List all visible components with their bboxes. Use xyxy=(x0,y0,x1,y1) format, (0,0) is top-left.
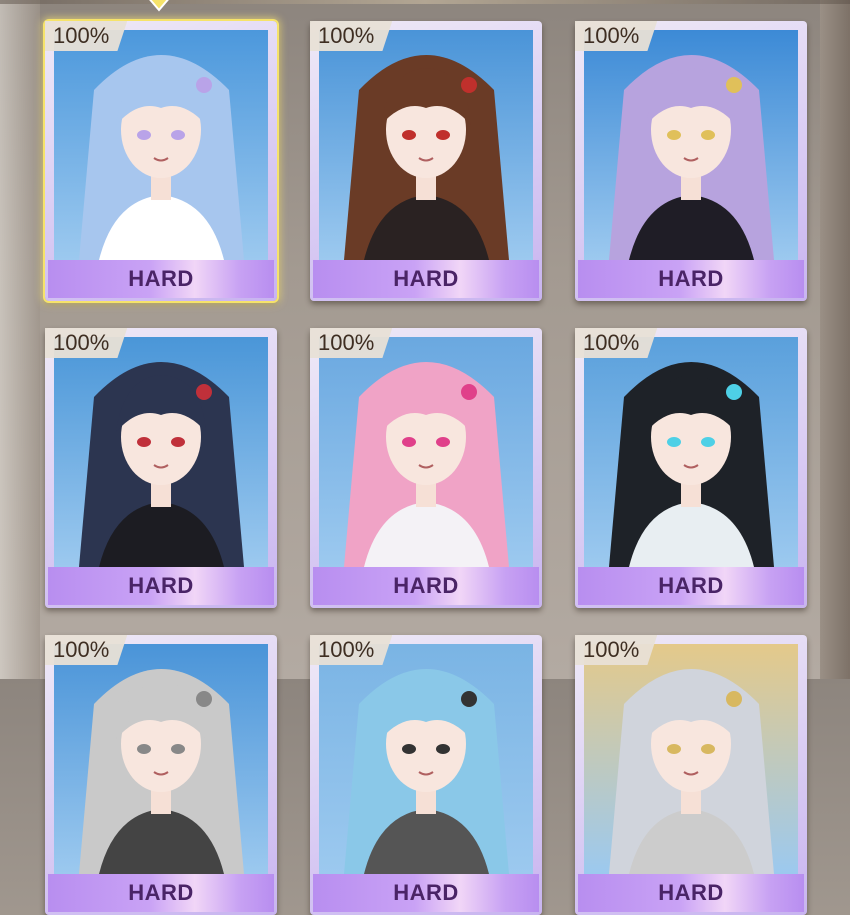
eye-left xyxy=(137,744,151,754)
eye-right xyxy=(436,130,450,140)
difficulty-label: HARD xyxy=(128,880,194,905)
completion-badge: 100% xyxy=(310,328,393,358)
character-portrait xyxy=(584,337,798,567)
eye-left xyxy=(137,130,151,140)
difficulty-label: HARD xyxy=(658,266,724,291)
completion-badge: 100% xyxy=(575,21,658,51)
hair-accessory xyxy=(726,77,742,93)
stage-card[interactable]: HARD 100% xyxy=(575,328,807,608)
portrait-art xyxy=(79,362,244,567)
stage-card[interactable]: HARD 100% xyxy=(310,328,542,608)
difficulty-label: HARD xyxy=(658,573,724,598)
difficulty-label: HARD xyxy=(393,880,459,905)
portrait-art xyxy=(344,362,509,567)
completion-badge: 100% xyxy=(310,21,393,51)
character-portrait xyxy=(584,30,798,260)
completion-badge: 100% xyxy=(575,635,658,665)
stage-card[interactable]: HARD 100% xyxy=(45,21,277,301)
portrait-art xyxy=(344,55,509,260)
stage-card[interactable]: HARD 100% xyxy=(310,635,542,915)
stage-card[interactable]: HARD 100% xyxy=(45,328,277,608)
eye-left xyxy=(667,744,681,754)
hair-accessory xyxy=(461,691,477,707)
eye-right xyxy=(171,130,185,140)
eye-left xyxy=(402,437,416,447)
difficulty-bar: HARD xyxy=(48,260,274,298)
hair-accessory xyxy=(726,384,742,400)
completion-badge: 100% xyxy=(45,328,128,358)
difficulty-label: HARD xyxy=(393,266,459,291)
eye-left xyxy=(402,744,416,754)
portrait-art xyxy=(609,55,774,260)
eye-left xyxy=(667,130,681,140)
stage-card[interactable]: HARD 100% xyxy=(575,21,807,301)
completion-badge: 100% xyxy=(45,21,128,51)
difficulty-bar: HARD xyxy=(578,874,804,912)
stage-card[interactable]: HARD 100% xyxy=(575,635,807,915)
eye-right xyxy=(436,744,450,754)
difficulty-bar: HARD xyxy=(48,567,274,605)
difficulty-bar: HARD xyxy=(48,874,274,912)
hair-accessory xyxy=(196,691,212,707)
difficulty-bar: HARD xyxy=(313,567,539,605)
completion-badge: 100% xyxy=(45,635,128,665)
hair-accessory xyxy=(196,384,212,400)
hair-accessory xyxy=(726,691,742,707)
eye-left xyxy=(402,130,416,140)
completion-badge: 100% xyxy=(310,635,393,665)
eye-right xyxy=(701,130,715,140)
difficulty-bar: HARD xyxy=(313,874,539,912)
stage-card[interactable]: HARD 100% xyxy=(310,21,542,301)
character-portrait xyxy=(319,30,533,260)
difficulty-label: HARD xyxy=(658,880,724,905)
character-portrait xyxy=(54,337,268,567)
eye-right xyxy=(701,744,715,754)
difficulty-label: HARD xyxy=(393,573,459,598)
eye-right xyxy=(171,437,185,447)
hair-accessory xyxy=(196,77,212,93)
character-portrait xyxy=(319,337,533,567)
portrait-art xyxy=(609,362,774,567)
difficulty-label: HARD xyxy=(128,573,194,598)
difficulty-label: HARD xyxy=(128,266,194,291)
completion-badge: 100% xyxy=(575,328,658,358)
eye-left xyxy=(667,437,681,447)
difficulty-bar: HARD xyxy=(578,260,804,298)
eye-right xyxy=(701,437,715,447)
difficulty-bar: HARD xyxy=(578,567,804,605)
eye-right xyxy=(171,744,185,754)
eye-right xyxy=(436,437,450,447)
eye-left xyxy=(137,437,151,447)
difficulty-bar: HARD xyxy=(313,260,539,298)
selected-marker-icon xyxy=(149,0,169,12)
stage-card-grid: HARD 100% HARD 100% HARD 100% HARD 100% … xyxy=(0,0,850,915)
portrait-art xyxy=(79,55,244,260)
stage-card[interactable]: HARD 100% xyxy=(45,635,277,915)
hair-accessory xyxy=(461,384,477,400)
hair-accessory xyxy=(461,77,477,93)
character-portrait xyxy=(54,30,268,260)
